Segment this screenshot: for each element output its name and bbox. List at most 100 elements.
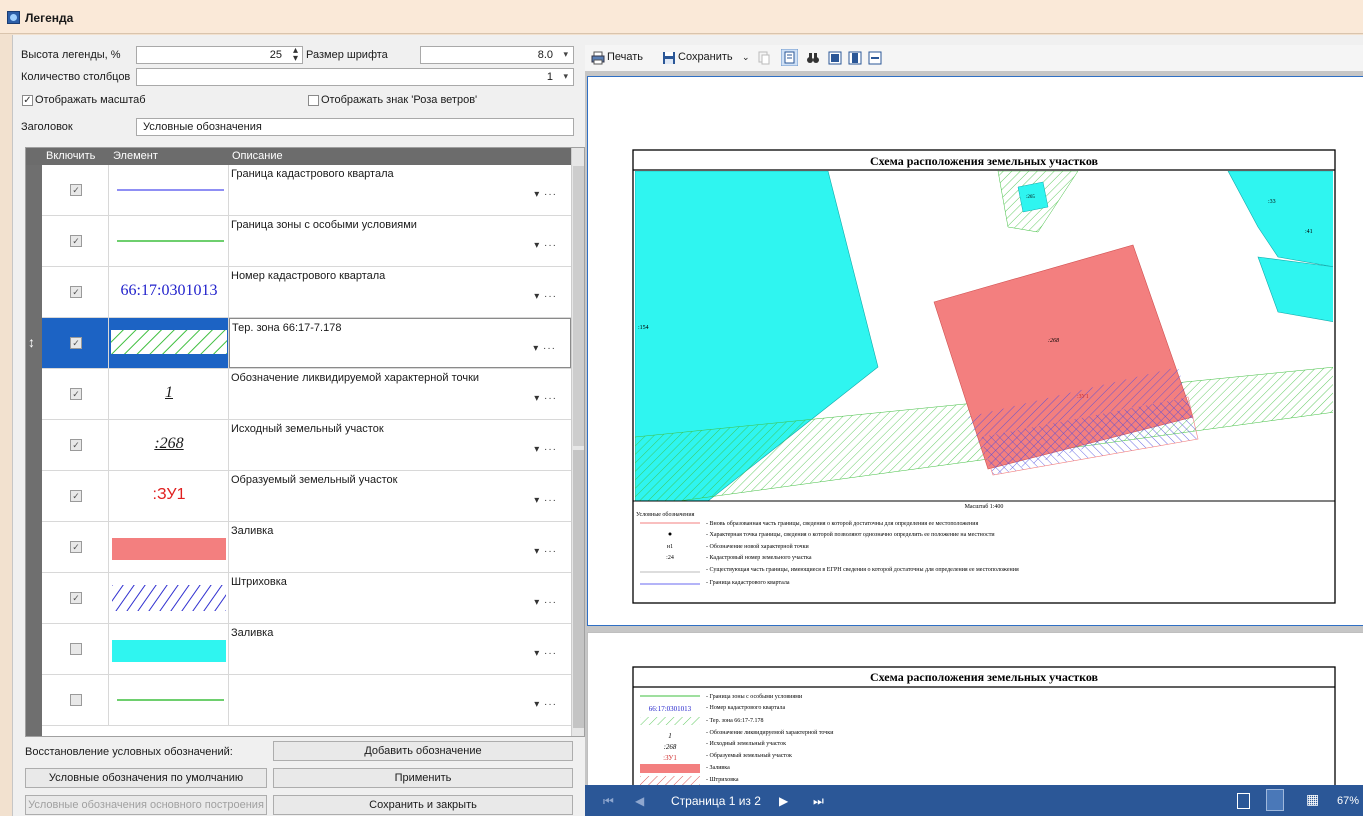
multi-page-icon[interactable]: ▦: [1306, 791, 1319, 808]
table-row[interactable]: ✓ Заливка ▾ ···: [42, 522, 571, 573]
font-size-select[interactable]: 8.0 ▾: [420, 46, 574, 64]
chevron-down-icon[interactable]: ▾: [563, 49, 568, 60]
row-more-icon[interactable]: ▾ ···: [534, 189, 557, 200]
table-row[interactable]: ✓ 1 Обозначение ликвидируемой характерной …: [42, 369, 571, 420]
row-enable-checkbox[interactable]: ✓: [70, 235, 82, 247]
table-row[interactable]: ▾ ···: [42, 675, 571, 726]
row-enable-checkbox[interactable]: ✓: [70, 490, 82, 502]
row-more-icon[interactable]: ▾ ···: [534, 546, 557, 557]
scrollbar-track[interactable]: [573, 166, 584, 446]
last-page-icon[interactable]: ⏭: [813, 794, 824, 809]
scrollbar-thumb[interactable]: [573, 450, 584, 728]
copy-icon[interactable]: [757, 51, 771, 65]
fit-page-icon[interactable]: [828, 51, 842, 65]
row-more-icon[interactable]: ▾ ···: [534, 393, 557, 404]
row-element-preview[interactable]: [109, 522, 229, 572]
preview-toolbar: Печать Сохранить ⌄: [585, 45, 1363, 71]
table-row[interactable]: ✓ Штриховка ▾ ···: [42, 573, 571, 624]
add-legend-button[interactable]: Добавить обозначение: [273, 741, 573, 761]
row-description-cell[interactable]: Штриховка ▾ ···: [229, 573, 571, 623]
row-more-icon[interactable]: ▾ ···: [534, 291, 557, 302]
row-description-cell[interactable]: Заливка ▾ ···: [229, 624, 571, 674]
table-row[interactable]: ✓ :ЗУ1 Образуемый земельный участок ▾ ···: [42, 471, 571, 522]
chevron-down-icon[interactable]: ▾: [563, 71, 568, 82]
row-element-preview[interactable]: [109, 318, 229, 368]
drag-handle-icon[interactable]: ↕: [28, 334, 35, 350]
row-description-cell[interactable]: Граница кадастрового квартала ▾ ···: [229, 165, 571, 215]
heading-input[interactable]: Условные обозначения: [136, 118, 574, 136]
save-close-button[interactable]: Сохранить и закрыть: [273, 795, 573, 815]
row-description-cell[interactable]: Образуемый земельный участок ▾ ···: [229, 471, 571, 521]
row-element-preview[interactable]: :268: [109, 420, 229, 470]
row-element-preview[interactable]: :ЗУ1: [109, 471, 229, 521]
single-view-icon[interactable]: [1237, 793, 1250, 809]
row-more-icon[interactable]: ▾ ···: [534, 699, 557, 710]
row-description-cell[interactable]: Тер. зона 66:17-7.178 ▾ ···: [229, 318, 571, 368]
grid-header: Включить Элемент Описание: [26, 148, 571, 165]
row-element-preview[interactable]: 1: [109, 369, 229, 419]
row-enable-checkbox[interactable]: ✓: [70, 439, 82, 451]
table-row[interactable]: Заливка ▾ ···: [42, 624, 571, 675]
row-enable-checkbox[interactable]: ✓: [70, 388, 82, 400]
show-scale-checkbox[interactable]: ✓: [22, 95, 33, 106]
table-row[interactable]: ✓ Тер. зона 66:17-7.178 ▾ ···: [42, 318, 571, 369]
row-element-preview[interactable]: [109, 624, 229, 674]
row-enable-checkbox[interactable]: [70, 643, 82, 655]
row-description-cell[interactable]: Граница зоны с особыми условиями ▾ ···: [229, 216, 571, 266]
row-element-preview[interactable]: [109, 216, 229, 266]
first-page-icon[interactable]: ⏮: [603, 794, 614, 809]
main-build-button[interactable]: Условные обозначения основного построени…: [25, 795, 267, 815]
print-preview[interactable]: Схема расположения земельных участков :1…: [585, 71, 1363, 798]
print-button[interactable]: Печать: [607, 51, 643, 63]
single-page-icon[interactable]: [781, 49, 798, 66]
row-description-cell[interactable]: ▾ ···: [229, 675, 571, 725]
defaults-button[interactable]: Условные обозначения по умолчанию: [25, 768, 267, 788]
row-gutter: [26, 165, 42, 736]
column-header-description[interactable]: Описание: [232, 150, 283, 162]
row-more-icon[interactable]: ▾ ···: [534, 597, 557, 608]
legend-height-spin[interactable]: 25 ▴ ▾: [136, 46, 303, 64]
row-enable-checkbox[interactable]: ✓: [70, 286, 82, 298]
row-enable-checkbox[interactable]: [70, 694, 82, 706]
show-windrose-checkbox[interactable]: [308, 95, 319, 106]
continuous-view-icon[interactable]: [1266, 789, 1284, 811]
row-enable-checkbox[interactable]: ✓: [70, 337, 82, 349]
table-row[interactable]: ✓ :268 Исходный земельный участок ▾ ···: [42, 420, 571, 471]
prev-page-icon[interactable]: ◀: [635, 794, 644, 808]
table-row[interactable]: ✓ Граница зоны с особыми условиями ▾ ···: [42, 216, 571, 267]
column-header-enable[interactable]: Включить: [46, 150, 95, 162]
row-enable-checkbox[interactable]: ✓: [70, 541, 82, 553]
row-description-cell[interactable]: Исходный земельный участок ▾ ···: [229, 420, 571, 470]
table-row[interactable]: ✓ 66:17:0301013 Номер кадастрового квартал…: [42, 267, 571, 318]
grid-scrollbar[interactable]: [571, 148, 584, 736]
row-more-icon[interactable]: ▾ ···: [534, 495, 557, 506]
columns-select[interactable]: 1 ▾: [136, 68, 574, 86]
zoom-level[interactable]: 67%: [1337, 795, 1359, 807]
row-enable-checkbox[interactable]: ✓: [70, 592, 82, 604]
save-icon[interactable]: [662, 51, 676, 65]
row-description-cell[interactable]: Номер кадастрового квартала ▾ ···: [229, 267, 571, 317]
fit-width-icon[interactable]: [848, 51, 862, 65]
row-description-cell[interactable]: Обозначение ликвидируемой характерной то…: [229, 369, 571, 419]
table-row[interactable]: ✓ Граница кадастрового квартала ▾ ···: [42, 165, 571, 216]
row-more-icon[interactable]: ▾ ···: [534, 648, 557, 659]
status-bar: ⏮ ◀ Страница 1 из 2 ▶ ⏭ ▦ 67%: [585, 785, 1363, 816]
row-more-icon[interactable]: ▾ ···: [534, 240, 557, 251]
row-element-preview[interactable]: [109, 573, 229, 623]
next-page-icon[interactable]: ▶: [779, 794, 788, 808]
row-more-icon[interactable]: ▾ ···: [534, 444, 557, 455]
printer-icon[interactable]: [591, 51, 605, 65]
row-enable-checkbox[interactable]: ✓: [70, 184, 82, 196]
column-header-element[interactable]: Элемент: [113, 150, 158, 162]
binoculars-icon[interactable]: [806, 51, 820, 65]
save-button[interactable]: Сохранить: [678, 51, 733, 63]
spin-arrows-icon[interactable]: ▴ ▾: [293, 46, 298, 64]
chevron-down-icon[interactable]: ⌄: [742, 52, 750, 63]
zoom-width-icon[interactable]: [868, 51, 882, 65]
row-description-cell[interactable]: Заливка ▾ ···: [229, 522, 571, 572]
row-element-preview[interactable]: [109, 675, 229, 725]
apply-button[interactable]: Применить: [273, 768, 573, 788]
row-element-preview[interactable]: [109, 165, 229, 215]
row-element-preview[interactable]: 66:17:0301013: [109, 267, 229, 317]
row-more-icon[interactable]: ▾ ···: [533, 343, 556, 354]
